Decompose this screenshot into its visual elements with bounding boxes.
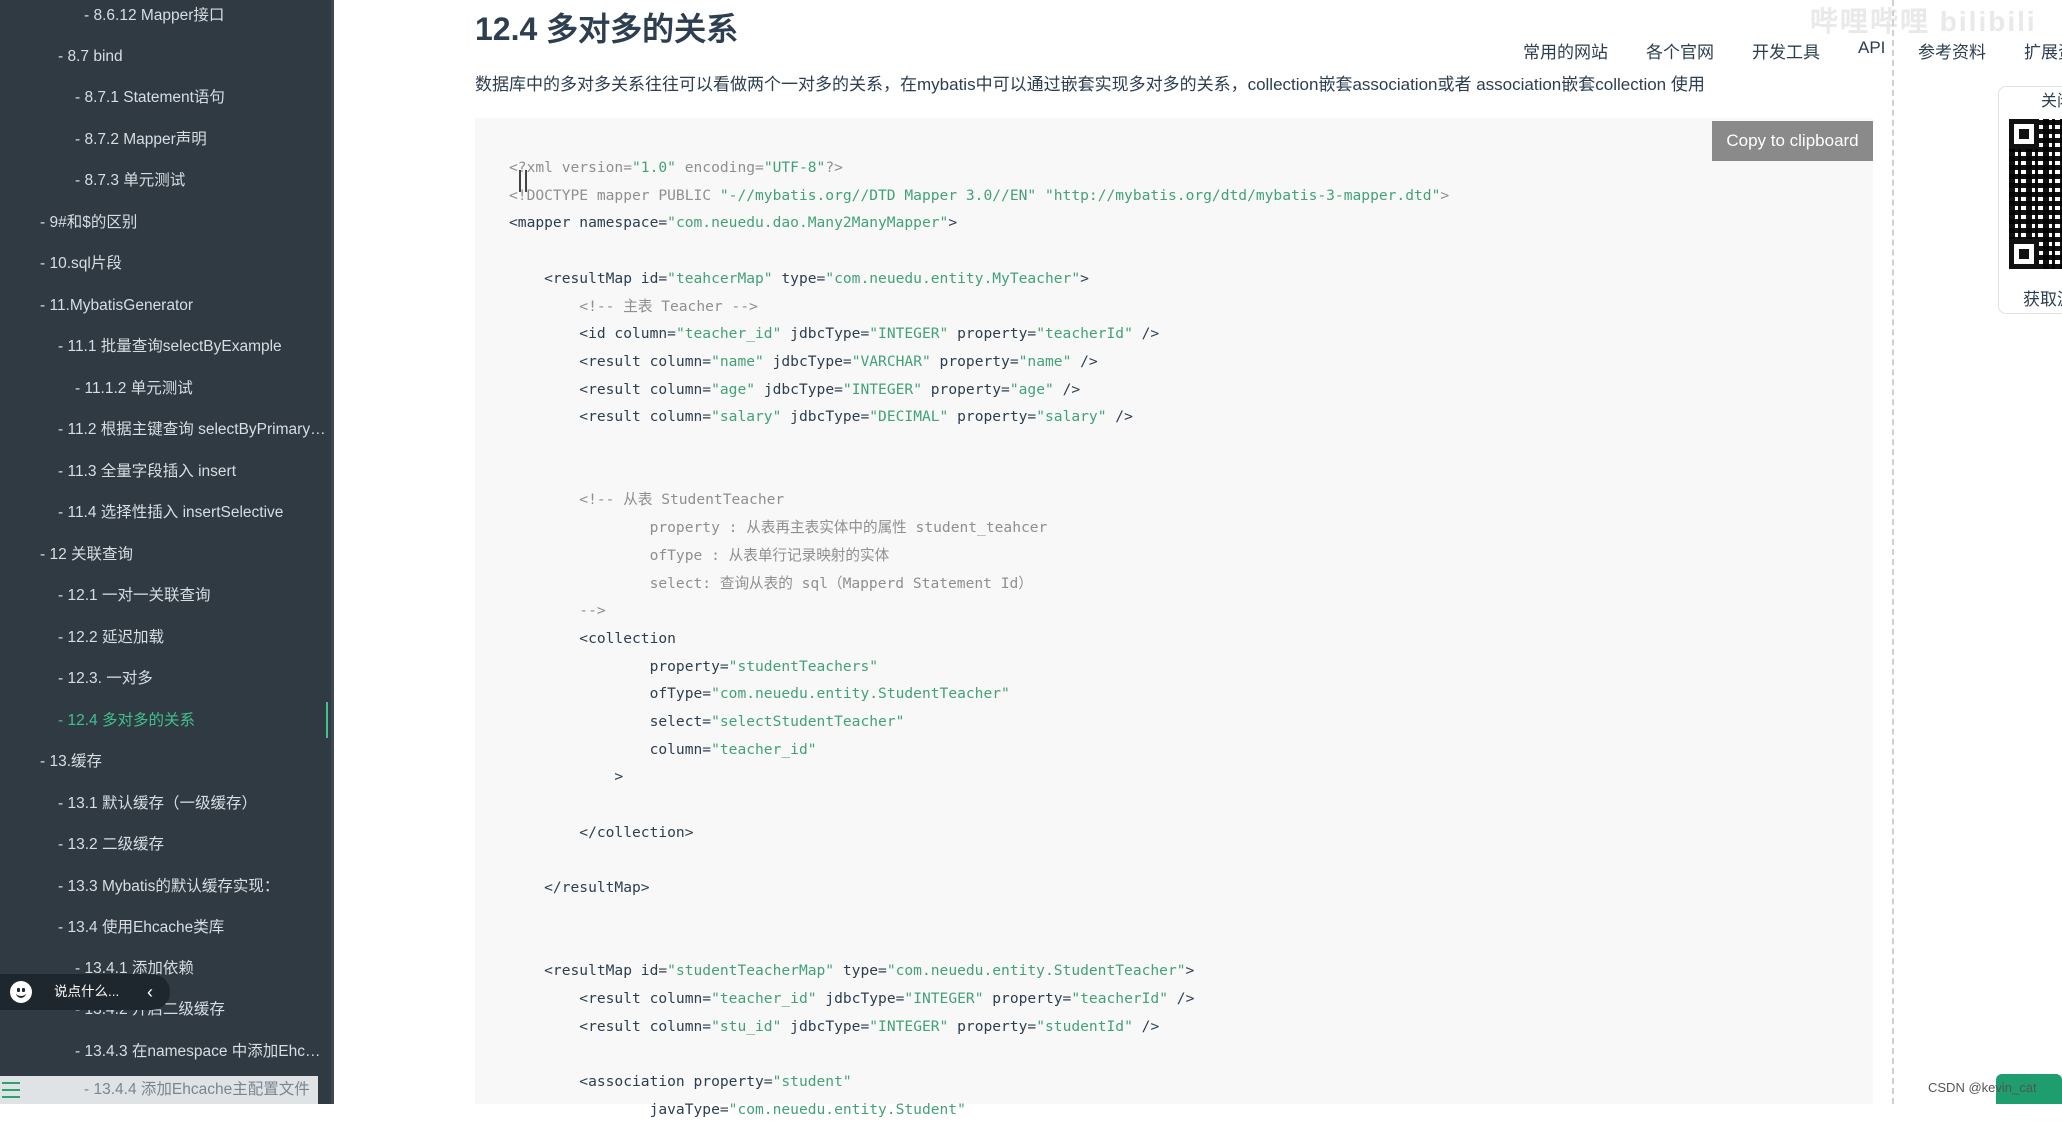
collapse-chevron-icon[interactable]: ‹	[140, 974, 160, 1010]
toc-item[interactable]: - 13.4.3 在namespace 中添加Ehcache	[0, 1032, 334, 1072]
toc-item[interactable]: - 12.1 一对一关联查询	[0, 576, 334, 616]
sidebar-bottom-label: - 13.4.4 添加Ehcache主配置文件	[84, 1081, 310, 1098]
page-divider	[1892, 0, 1894, 1104]
code-line: property="studentTeachers"	[509, 657, 879, 675]
smile-icon	[10, 981, 32, 1003]
nav-link-api[interactable]: API	[1858, 38, 1885, 58]
toc-item[interactable]: - 8.7 bind	[0, 37, 334, 77]
code-line: javaType="com.neuedu.entity.Student"	[509, 1100, 966, 1118]
intro-paragraph: 数据库中的多对多关系往往可以看做两个一对多的关系，在mybatis中可以通过嵌套…	[475, 75, 1705, 94]
toc-item[interactable]: - 8.7.1 Statement语句	[0, 78, 334, 118]
code-line: >	[509, 768, 624, 786]
toc-item[interactable]: - 13.缓存	[0, 742, 334, 782]
code-line: <id column="teacher_id" jdbcType="INTEGE…	[509, 325, 1160, 343]
code-line: <?xml version="1.0" encoding="UTF-8"?>	[509, 159, 843, 176]
qr-finder-bottom	[2009, 239, 2039, 269]
qr-finder-top	[2009, 119, 2039, 149]
code-line: </resultMap>	[509, 879, 650, 897]
toc-item[interactable]: - 11.2 根据主键查询 selectByPrimaryKey	[0, 410, 334, 450]
toc-item[interactable]: - 13.2 二级缓存	[0, 825, 334, 865]
code-line: <!-- 从表 StudentTeacher	[509, 491, 785, 509]
qr-close-button[interactable]: 关闭	[2041, 87, 2062, 111]
code-line: -->	[509, 602, 606, 620]
menu-icon[interactable]	[2, 1082, 20, 1098]
code-line: ofType : 从表单行记录映射的实体	[509, 546, 890, 564]
csdn-credit: CSDN @kevin_cat	[1928, 1080, 2037, 1095]
sidebar-scrollbar[interactable]	[331, 0, 334, 1104]
nav-link-dev-tools[interactable]: 开发工具	[1752, 38, 1820, 63]
toc-item[interactable]: - 12.4 多对多的关系	[0, 701, 334, 741]
code-line: select="selectStudentTeacher"	[509, 713, 905, 730]
toc-item[interactable]: - 12.2 延迟加载	[0, 618, 334, 658]
code-line: <result column="salary" jdbcType="DECIMA…	[509, 408, 1133, 426]
toc-item[interactable]: - 12 关联查询	[0, 535, 334, 575]
bilibili-watermark: 哔哩哔哩 bilibili	[1810, 6, 2037, 37]
code-line: ofType="com.neuedu.entity.StudentTeacher…	[509, 685, 1010, 703]
code-line: select: 查询从表的 sql（Mapperd Statement Id）	[509, 574, 1033, 592]
code-line: <result column="stu_id" jdbcType="INTEGE…	[509, 1017, 1160, 1035]
code-line: <collection	[509, 629, 676, 647]
nav-link-references[interactable]: 参考资料	[1918, 38, 1986, 63]
text-cursor	[519, 170, 527, 192]
active-indicator	[326, 702, 328, 738]
toc-item[interactable]: - 12.3. 一对多	[0, 659, 334, 699]
sidebar-toc: - 8.6.12 Mapper接口 - 8.7 bind - 8.7.1 State…	[0, 0, 334, 1104]
toc-item[interactable]: - 13.4 使用Ehcache类库	[0, 908, 334, 948]
toc-item[interactable]: - 10.sql片段	[0, 244, 334, 284]
toc-item[interactable]: - 8.7.2 Mapper声明	[0, 120, 334, 160]
toc-item[interactable]: - 11.MybatisGenerator	[0, 286, 334, 326]
qr-label: 获取源码	[2023, 290, 2062, 309]
toc-item[interactable]: - 8.7.3 单元测试	[0, 161, 334, 201]
chat-placeholder: 说点什么...	[54, 984, 120, 999]
code-line: property : 从表再主表实体中的属性 student_teahcer	[509, 519, 1048, 537]
toc-item[interactable]: - 11.1.2 单元测试	[0, 369, 334, 409]
nav-link-official-sites[interactable]: 各个官网	[1646, 38, 1714, 63]
code-line: <resultMap id="teahcerMap" type="com.neu…	[509, 269, 1089, 287]
toc-item[interactable]: - 9#和$的区别	[0, 203, 334, 243]
code-line: column="teacher_id"	[509, 740, 817, 758]
code-line: <association property="student"	[509, 1073, 852, 1091]
code-line: <!-- 主表 Teacher -->	[509, 297, 758, 315]
code-line: <resultMap id="studentTeacherMap" type="…	[509, 962, 1195, 980]
copy-to-clipboard-button[interactable]: Copy to clipboard	[1712, 121, 1873, 161]
page-title: 12.4 多对多的关系	[475, 11, 739, 47]
chat-input-pill[interactable]: 说点什么... ‹	[0, 974, 170, 1010]
code-line: <!DOCTYPE mapper PUBLIC "-//mybatis.org/…	[509, 186, 1450, 204]
sidebar-bottom-item[interactable]: - 13.4.4 添加Ehcache主配置文件	[0, 1076, 318, 1104]
nav-link-common-sites[interactable]: 常用的网站	[1523, 38, 1608, 63]
toc-item[interactable]: - 13.3 Mybatis的默认缓存实现：	[0, 867, 334, 907]
code-line: <result column="name" jdbcType="VARCHAR"…	[509, 352, 1098, 370]
nav-link-extended[interactable]: 扩展资料	[2024, 38, 2062, 63]
toc-item[interactable]: - 8.6.12 Mapper接口	[0, 0, 334, 36]
code-line: <mapper namespace="com.neuedu.dao.Many2M…	[509, 214, 958, 232]
code-line: </collection>	[509, 823, 694, 841]
toc-item[interactable]: - 11.1 批量查询selectByExample	[0, 327, 334, 367]
qr-card: 关闭 获取源码	[1998, 86, 2062, 314]
code-line: <result column="teacher_id" jdbcType="IN…	[509, 990, 1195, 1007]
toc-item[interactable]: - 13.1 默认缓存（一级缓存）	[0, 784, 334, 824]
toc-item[interactable]: - 11.3 全量字段插入 insert	[0, 452, 334, 492]
code-line: <result column="age" jdbcType="INTEGER" …	[509, 380, 1081, 398]
toc-item[interactable]: - 11.4 选择性插入 insertSelective	[0, 493, 334, 533]
